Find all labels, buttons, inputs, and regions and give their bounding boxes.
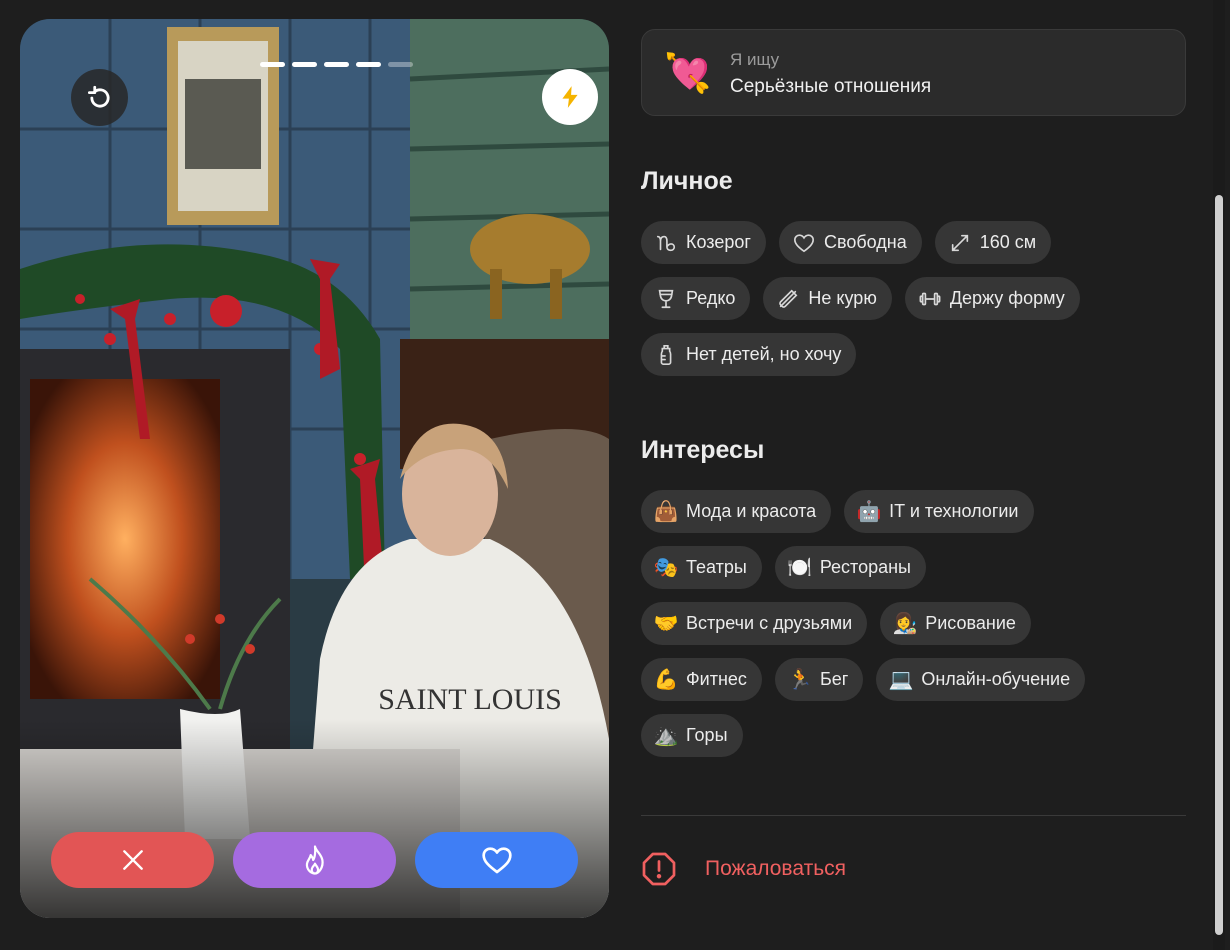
- warning-octagon-icon: [642, 852, 676, 886]
- height-icon: [948, 231, 972, 255]
- chip-label: Рисование: [925, 613, 1016, 633]
- mountain-icon: ⛰️: [653, 724, 679, 747]
- chip-interest: 💪 Фитнес: [641, 658, 762, 701]
- chip-label: IT и технологии: [889, 501, 1019, 521]
- chip-label: Не курю: [808, 288, 877, 308]
- like-button[interactable]: [415, 832, 578, 888]
- chip-label: Нет детей, но хочу: [686, 344, 842, 364]
- heart-arrow-icon: 💘: [664, 53, 712, 95]
- interests-section-title: Интересы: [641, 436, 765, 464]
- chip-label: 160 см: [979, 232, 1037, 252]
- profile-photo-card[interactable]: SAINT LOUIS: [20, 19, 609, 918]
- chip-label: Держу форму: [949, 288, 1065, 308]
- rewind-icon: [87, 85, 110, 107]
- chip-zodiac: Козерог: [641, 221, 766, 264]
- chip-alcohol: Редко: [641, 277, 751, 320]
- chip-label: Бег: [819, 669, 849, 689]
- chip-label: Редко: [686, 288, 736, 308]
- report-label: Пожаловаться: [705, 857, 847, 880]
- chip-interest: 👩‍🎨 Рисование: [880, 602, 1031, 645]
- flame-icon: [305, 845, 324, 875]
- chip-interest: 🏃 Бег: [774, 658, 864, 701]
- handbag-icon: 👜: [653, 500, 679, 523]
- boost-button[interactable]: [542, 69, 598, 125]
- chip-label: Рестораны: [819, 557, 911, 577]
- looking-for-label: Я ищу: [730, 50, 780, 69]
- robot-icon: 🤖: [856, 500, 882, 523]
- divider: [641, 815, 1186, 816]
- chip-interest: 🍽️ Рестораны: [774, 546, 926, 589]
- rewind-button[interactable]: [71, 69, 128, 126]
- chip-height: 160 см: [934, 221, 1052, 264]
- chip-interest: 👜 Мода и красота: [641, 490, 832, 533]
- superlike-button[interactable]: [233, 832, 396, 888]
- chip-label: Встречи с друзьями: [686, 613, 853, 633]
- flexed-biceps-icon: 💪: [653, 668, 679, 691]
- dumbbell-icon: [918, 287, 942, 311]
- swipe-actions: [51, 832, 578, 888]
- looking-for-card: 💘 Я ищу Серьёзные отношения: [641, 29, 1186, 116]
- report-button[interactable]: Пожаловаться: [641, 851, 846, 887]
- capricorn-icon: [654, 231, 678, 255]
- photo-progress-segment: [324, 62, 349, 67]
- lightning-icon: [562, 86, 578, 108]
- chip-fitness: Держу форму: [904, 277, 1080, 320]
- handshake-icon: 🤝: [653, 612, 679, 635]
- looking-for-value: Серьёзные отношения: [730, 76, 932, 97]
- close-icon: [122, 850, 143, 870]
- photo-progress-indicator: [260, 62, 413, 67]
- artist-icon: 👩‍🎨: [892, 612, 918, 635]
- chip-label: Козерог: [686, 232, 751, 252]
- chip-label: Онлайн-обучение: [921, 669, 1071, 689]
- interests-chips: 👜 Мода и красота 🤖 IT и технологии 🎭 Теа…: [641, 490, 1186, 770]
- chip-children: Нет детей, но хочу: [641, 333, 857, 376]
- svg-text:SAINT LOUIS: SAINT LOUIS: [378, 683, 562, 716]
- runner-icon: 🏃: [787, 668, 813, 691]
- personal-section-title: Личное: [641, 167, 733, 195]
- chip-label: Театры: [686, 557, 747, 577]
- chip-label: Горы: [686, 725, 728, 745]
- chip-interest: 🤖 IT и технологии: [844, 490, 1034, 533]
- theater-masks-icon: 🎭: [653, 556, 679, 579]
- personal-chips: Козерог Свободна 160 см Редко Не курю Де…: [641, 221, 1186, 389]
- photo-progress-segment: [388, 62, 413, 67]
- chip-label: Свободна: [823, 232, 907, 252]
- chip-interest: 💻 Онлайн-обучение: [876, 658, 1086, 701]
- laptop-icon: 💻: [888, 668, 914, 691]
- chip-label: Мода и красота: [686, 501, 817, 521]
- heart-icon: [481, 847, 512, 874]
- chip-interest: 🎭 Театры: [641, 546, 762, 589]
- chip-interest: ⛰️ Горы: [641, 714, 743, 757]
- chip-smoking: Не курю: [763, 277, 892, 320]
- no-smoking-icon: [776, 287, 800, 311]
- profile-photo: SAINT LOUIS: [20, 19, 609, 918]
- scrollbar-thumb[interactable]: [1215, 195, 1223, 935]
- wine-glass-icon: [654, 287, 678, 311]
- dislike-button[interactable]: [51, 832, 214, 888]
- chip-relationship-status: Свободна: [778, 221, 922, 264]
- chip-interest: 🤝 Встречи с друзьями: [641, 602, 868, 645]
- heart-outline-icon: [792, 231, 816, 255]
- baby-bottle-icon: [654, 343, 678, 367]
- photo-progress-segment: [356, 62, 381, 67]
- photo-progress-segment: [260, 62, 285, 67]
- plate-cutlery-icon: 🍽️: [787, 556, 813, 579]
- photo-progress-segment: [292, 62, 317, 67]
- chip-label: Фитнес: [686, 669, 747, 689]
